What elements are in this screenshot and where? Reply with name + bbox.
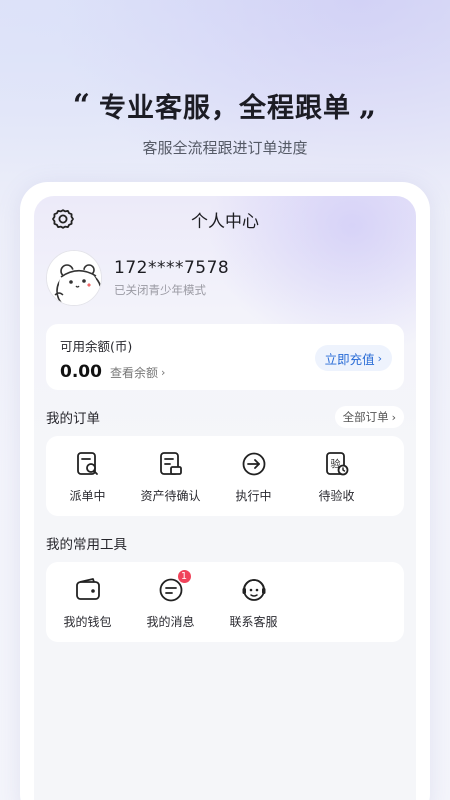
phone-frame: 个人中心 172****7578 已关闭青少年模式 可用余额(币) 0.00 查…	[20, 182, 430, 800]
chevron-right-icon: ›	[160, 366, 166, 379]
promo-title: “ 专业客服，全程跟单 „	[0, 86, 450, 125]
orders-header: 我的订单 全部订单 ›	[46, 406, 404, 428]
orders-title: 我的订单	[46, 411, 100, 427]
order-search-icon	[76, 451, 98, 475]
tool-wallet[interactable]: 我的钱包	[46, 575, 129, 630]
order-status-asset-confirm[interactable]: 资产待确认	[129, 449, 212, 504]
all-orders-label: 全部订单	[342, 410, 389, 424]
tools-header: 我的常用工具	[46, 532, 404, 554]
wallet-icon	[75, 577, 100, 600]
top-bar: 个人中心	[34, 196, 416, 242]
message-icon-wrapper: 1	[156, 568, 192, 605]
recharge-button[interactable]: 立即充值 ›	[314, 345, 392, 371]
tool-label: 我的消息	[146, 614, 195, 629]
order-status-dispatching[interactable]: 派单中	[46, 449, 129, 504]
asset-confirm-icon	[159, 451, 182, 475]
promo-banner: “ 专业客服，全程跟单 „ 客服全流程跟进订单进度	[0, 86, 450, 158]
balance-value: 0.00	[60, 362, 102, 382]
order-status-label: 待验收	[318, 488, 355, 503]
tool-label: 我的钱包	[63, 614, 112, 629]
teen-mode-status: 已关闭青少年模式	[114, 283, 206, 297]
support-icon	[242, 578, 265, 601]
order-status-label: 执行中	[235, 488, 272, 503]
order-status-label: 资产待确认	[140, 488, 201, 503]
profile-info: 172****7578 已关闭青少年模式	[114, 258, 229, 298]
close-quote: „	[359, 87, 378, 123]
recharge-label: 立即充值	[324, 351, 375, 367]
tool-support[interactable]: 联系客服	[212, 575, 295, 630]
view-balance-link[interactable]: 查看余额 ›	[110, 364, 165, 381]
order-status-in-progress[interactable]: 执行中	[212, 449, 295, 504]
tools-title: 我的常用工具	[46, 537, 127, 553]
tools-card: 我的钱包 1 我的消息 联系客服	[46, 562, 404, 642]
promo-title-text: 专业客服，全程跟单	[99, 93, 351, 124]
all-orders-button[interactable]: 全部订单 ›	[334, 406, 404, 428]
view-balance-label: 查看余额	[109, 366, 158, 380]
order-status-pending-inspection[interactable]: 验 待验收	[295, 449, 378, 504]
unread-badge: 1	[176, 568, 192, 584]
open-quote: “	[72, 87, 91, 123]
order-status-label: 派单中	[69, 488, 106, 503]
balance-card: 可用余额(币) 0.00 查看余额 › 立即充值 ›	[46, 324, 404, 390]
avatar[interactable]	[46, 250, 102, 306]
tool-messages[interactable]: 1 我的消息	[129, 568, 212, 630]
profile-section[interactable]: 172****7578 已关闭青少年模式	[34, 246, 416, 310]
personal-center-screen: 个人中心 172****7578 已关闭青少年模式 可用余额(币) 0.00 查…	[34, 196, 416, 800]
gear-icon[interactable]	[50, 206, 76, 232]
arrow-circle-icon	[242, 452, 265, 475]
bear-avatar-icon	[47, 251, 101, 305]
chevron-right-icon: ›	[391, 410, 396, 424]
phone-number: 172****7578	[114, 258, 230, 278]
page-title: 个人中心	[191, 211, 259, 232]
orders-card: 派单中 资产待确认 执行中 验 待验收	[46, 436, 404, 516]
promo-subtitle: 客服全流程跟进订单进度	[142, 139, 308, 157]
tool-label: 联系客服	[229, 614, 278, 629]
chevron-right-icon: ›	[377, 351, 382, 365]
inspect-clock-icon: 验	[325, 451, 348, 475]
